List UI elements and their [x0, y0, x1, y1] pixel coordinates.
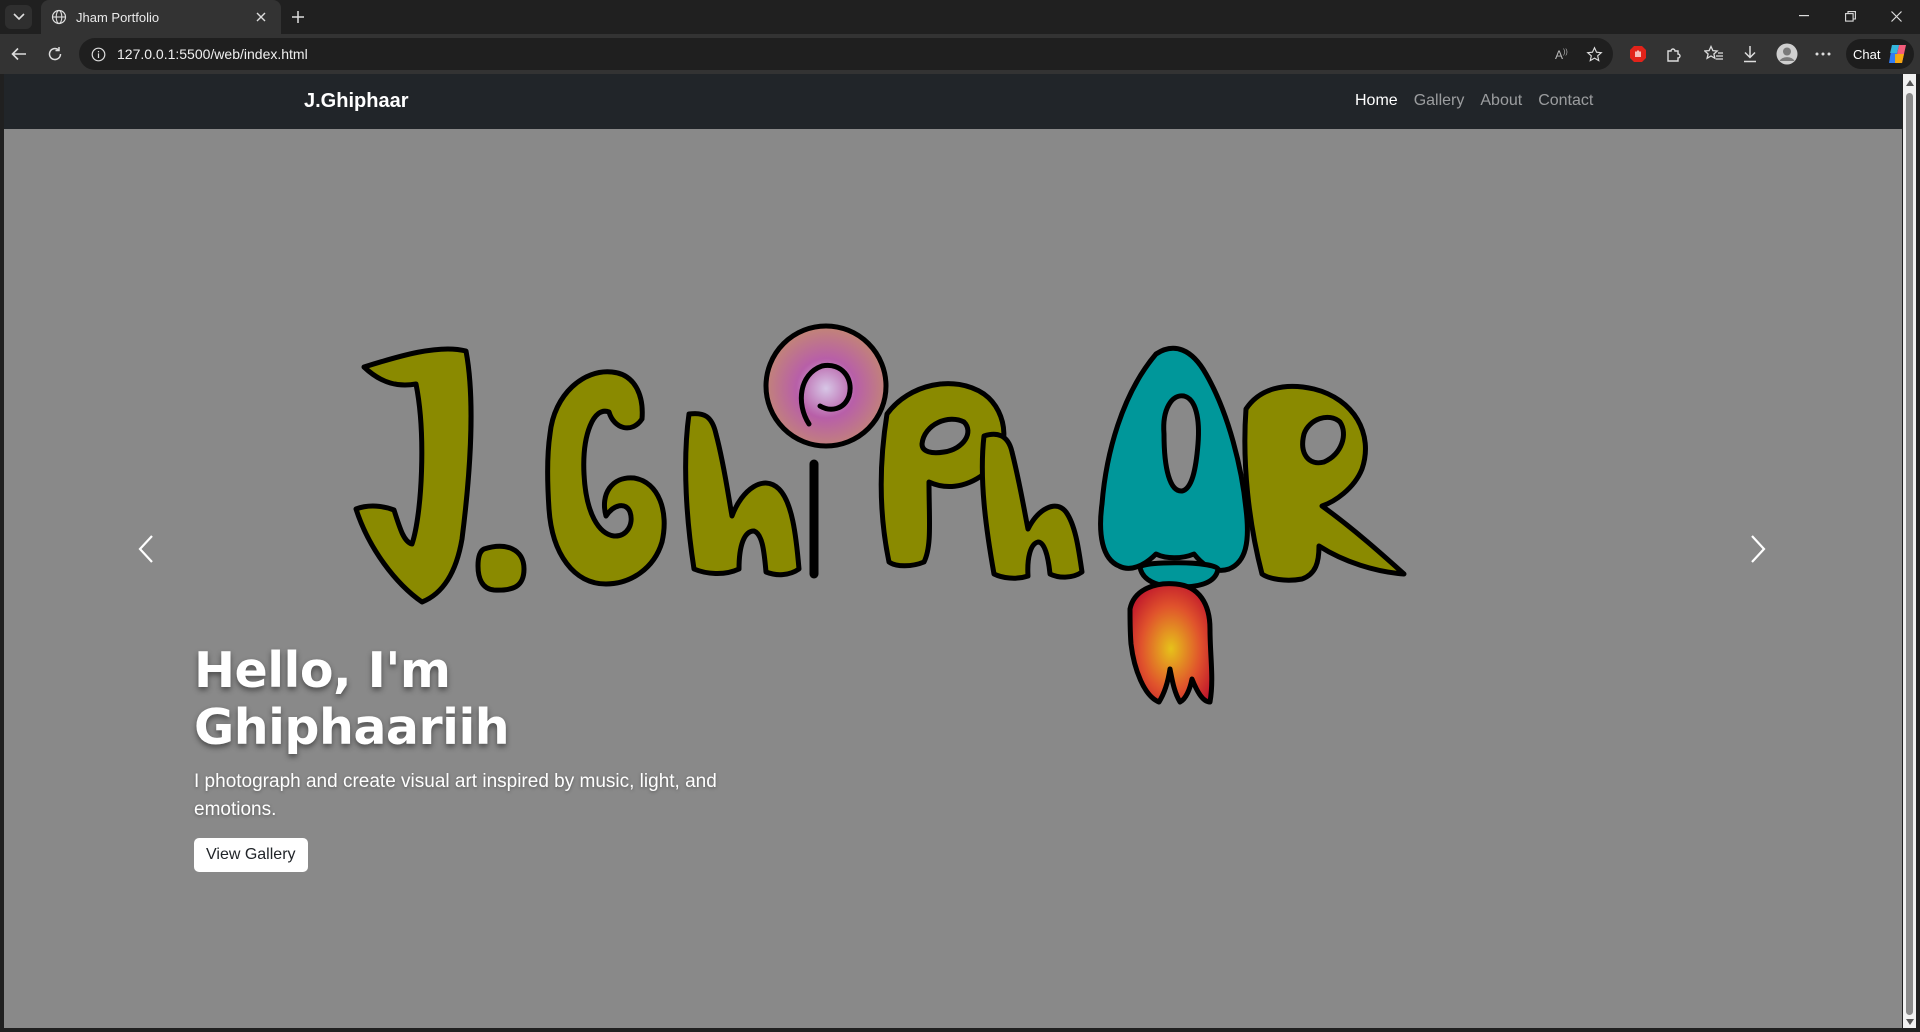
logo-letter-g [545, 369, 667, 587]
nav-links: Home Gallery About Contact [1355, 92, 1609, 110]
nav-link-about[interactable]: About [1480, 92, 1522, 110]
scroll-up-arrow[interactable] [1905, 78, 1914, 87]
page-viewport: J.Ghiphaar Home Gallery About Contact He… [4, 74, 1902, 1028]
close-icon [256, 12, 266, 22]
chevron-left-icon [138, 535, 153, 563]
new-tab-button[interactable] [286, 5, 310, 29]
back-button[interactable] [6, 41, 32, 67]
minimize-window-button[interactable] [1781, 0, 1827, 32]
triangle-down-icon [1905, 1018, 1914, 1025]
globe-icon [51, 9, 67, 25]
scroll-down-arrow[interactable] [1905, 1017, 1914, 1026]
close-icon [1890, 10, 1902, 22]
site-brand[interactable]: J.Ghiphaar [304, 90, 408, 113]
downloads-icon[interactable] [1738, 43, 1762, 65]
extensions-puzzle-icon[interactable] [1662, 43, 1686, 65]
restore-icon [1844, 10, 1856, 22]
logo-letter-h2 [979, 431, 1085, 581]
read-aloud-icon[interactable]: A)) [1552, 44, 1574, 64]
more-options-icon[interactable] [1811, 43, 1835, 65]
scroll-thumb[interactable] [1906, 93, 1913, 1015]
triangle-up-icon [1905, 79, 1914, 86]
copilot-chat-button[interactable]: Chat [1846, 39, 1914, 69]
carousel-prev-button[interactable] [131, 534, 161, 564]
browser-tabstrip: Jham Portfolio [0, 0, 1920, 34]
site-navbar: J.Ghiphaar Home Gallery About Contact [4, 74, 1902, 129]
favorite-star-icon[interactable] [1583, 44, 1605, 64]
copilot-icon [1889, 45, 1907, 63]
arrow-left-icon [11, 47, 26, 61]
url-text[interactable]: 127.0.0.1:5500/web/index.html [117, 46, 308, 62]
hero-subtitle: I photograph and create visual art inspi… [194, 771, 717, 820]
nav-link-contact[interactable]: Contact [1538, 92, 1593, 110]
logo-rocket-flame [1127, 581, 1215, 705]
close-tab-button[interactable] [251, 7, 271, 27]
minimize-icon [1799, 15, 1809, 17]
restore-window-button[interactable] [1827, 0, 1873, 32]
svg-text:A: A [1555, 48, 1563, 62]
logo-letter-h1 [683, 411, 802, 578]
carousel-next-button[interactable] [1743, 534, 1773, 564]
hero-carousel: Hello, I'm Ghiphaariih I photograph and … [4, 129, 1902, 1028]
view-gallery-button[interactable]: View Gallery [194, 838, 308, 872]
refresh-icon [48, 47, 62, 61]
browser-toolbar: 127.0.0.1:5500/web/index.html A)) Chat [0, 34, 1920, 74]
tab-actions-menu-button[interactable] [5, 5, 32, 29]
page-scrollbar[interactable] [1903, 74, 1916, 1028]
chevron-right-icon [1751, 535, 1766, 563]
reload-button[interactable] [42, 41, 68, 67]
close-window-button[interactable] [1873, 0, 1919, 32]
profile-avatar-icon[interactable] [1775, 43, 1799, 65]
chat-label: Chat [1853, 46, 1881, 62]
hero-caption: Hello, I'm Ghiphaariih I photograph and … [194, 642, 734, 872]
info-icon[interactable] [91, 47, 106, 62]
svg-text:)): )) [1563, 49, 1568, 56]
logo-letter-j [353, 346, 474, 605]
address-bar[interactable]: 127.0.0.1:5500/web/index.html A)) [79, 38, 1613, 70]
logo-dot [475, 543, 527, 593]
adblock-extension-icon[interactable] [1626, 43, 1650, 65]
nav-link-home[interactable]: Home [1355, 92, 1398, 110]
logo-lollipop-head [763, 323, 889, 449]
favorites-icon[interactable] [1702, 43, 1726, 65]
hero-heading: Hello, I'm Ghiphaariih [194, 642, 510, 756]
chevron-down-icon [12, 13, 25, 21]
tab-title: Jham Portfolio [76, 9, 160, 25]
nav-link-gallery[interactable]: Gallery [1414, 92, 1465, 110]
plus-icon [292, 11, 304, 23]
browser-tab-active[interactable]: Jham Portfolio [41, 0, 281, 34]
